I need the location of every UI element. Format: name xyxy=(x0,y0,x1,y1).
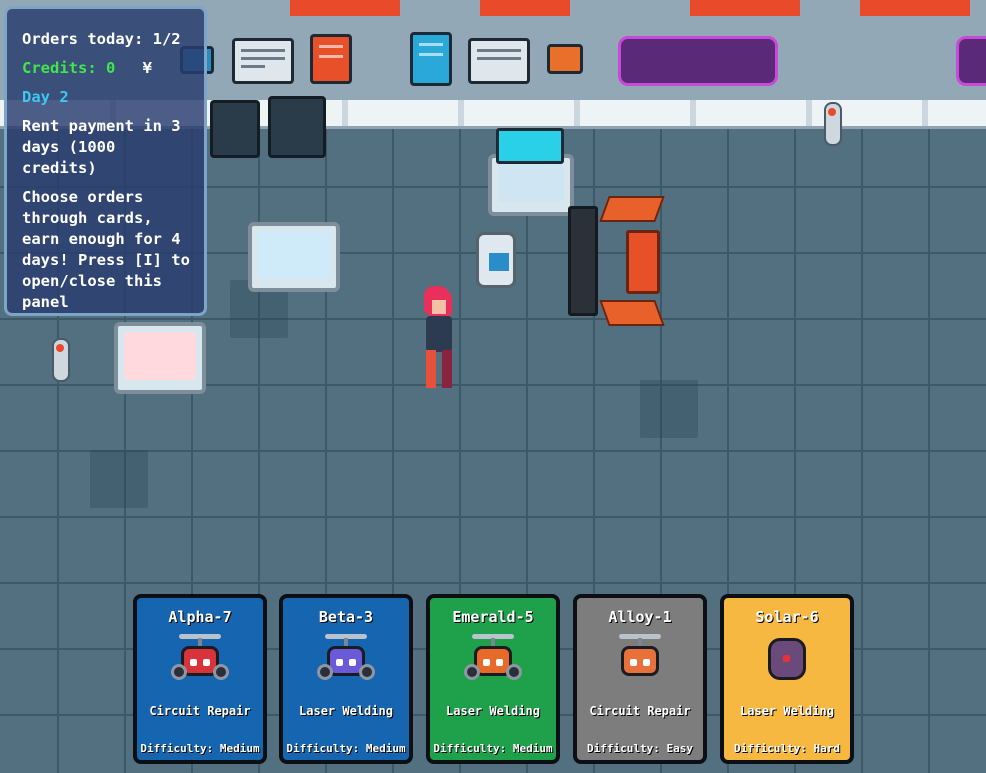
wall-stripe xyxy=(290,0,400,16)
card-name: Solar-6 xyxy=(755,608,819,626)
floor-tile xyxy=(640,380,698,438)
computer-monitor[interactable] xyxy=(496,128,564,164)
info-panel: Orders today: 1/2 Credits: 0 ¥ Day 2 Ren… xyxy=(4,6,207,316)
orders-today: Orders today: 1/2 xyxy=(22,30,181,48)
wall-sensor xyxy=(52,338,70,382)
game-scene: Orders today: 1/2 Credits: 0 ¥ Day 2 Ren… xyxy=(0,0,986,773)
card-difficulty: Difficulty: Easy xyxy=(587,742,693,755)
wall-screen xyxy=(310,34,352,84)
holo-terminal[interactable] xyxy=(626,230,660,294)
drone-icon xyxy=(171,634,229,690)
drone-icon xyxy=(611,634,669,690)
wall-stripe xyxy=(480,0,570,16)
server-rack xyxy=(268,96,326,158)
chair xyxy=(476,232,516,288)
city-window xyxy=(956,36,986,86)
wall-poster xyxy=(468,38,530,84)
credits-label: Credits: 0 xyxy=(22,59,116,77)
wall-screen xyxy=(547,44,583,74)
card-difficulty: Difficulty: Hard xyxy=(734,742,840,755)
card-name: Alpha-7 xyxy=(168,608,232,626)
floor-tile xyxy=(90,450,148,508)
credits-row: Credits: 0 ¥ xyxy=(22,58,192,79)
card-task: Circuit Repair xyxy=(589,704,691,718)
instructions: Choose orders through cards, earn enough… xyxy=(22,188,190,311)
card-task: Laser Welding xyxy=(299,704,393,718)
order-card[interactable]: Beta-3 Laser Welding Difficulty: Medium xyxy=(279,594,413,764)
drone-icon xyxy=(317,634,375,690)
workbench xyxy=(114,322,206,394)
wall-screen xyxy=(410,32,452,86)
order-card[interactable]: Solar-6 Laser Welding Difficulty: Hard xyxy=(720,594,854,764)
card-difficulty: Difficulty: Medium xyxy=(140,742,260,755)
server-rack xyxy=(210,100,260,158)
drone-icon xyxy=(758,634,816,690)
card-task: Laser Welding xyxy=(446,704,540,718)
drone-icon xyxy=(464,634,522,690)
terminal-post xyxy=(568,206,598,316)
holo-panel xyxy=(599,196,665,222)
card-name: Emerald-5 xyxy=(452,608,534,626)
workbench xyxy=(248,222,340,292)
wall-sensor xyxy=(824,102,842,146)
order-card[interactable]: Emerald-5 Laser Welding Difficulty: Medi… xyxy=(426,594,560,764)
card-task: Circuit Repair xyxy=(149,704,251,718)
rent-notice: Rent payment in 3 days (1000 credits) xyxy=(22,117,181,177)
wall-stripe xyxy=(860,0,970,16)
card-difficulty: Difficulty: Medium xyxy=(286,742,406,755)
currency-icon: ¥ xyxy=(142,59,153,77)
day-label: Day 2 xyxy=(22,88,69,106)
card-task: Laser Welding xyxy=(740,704,834,718)
order-card[interactable]: Alloy-1 Circuit Repair Difficulty: Easy xyxy=(573,594,707,764)
card-name: Alloy-1 xyxy=(608,608,672,626)
wall-poster xyxy=(232,38,294,84)
wall-stripe xyxy=(690,0,800,16)
card-name: Beta-3 xyxy=(318,608,374,626)
card-difficulty: Difficulty: Medium xyxy=(433,742,553,755)
player-character xyxy=(414,286,464,390)
holo-panel xyxy=(599,300,665,326)
city-window xyxy=(618,36,778,86)
order-card[interactable]: Alpha-7 Circuit Repair Difficulty: Mediu… xyxy=(133,594,267,764)
